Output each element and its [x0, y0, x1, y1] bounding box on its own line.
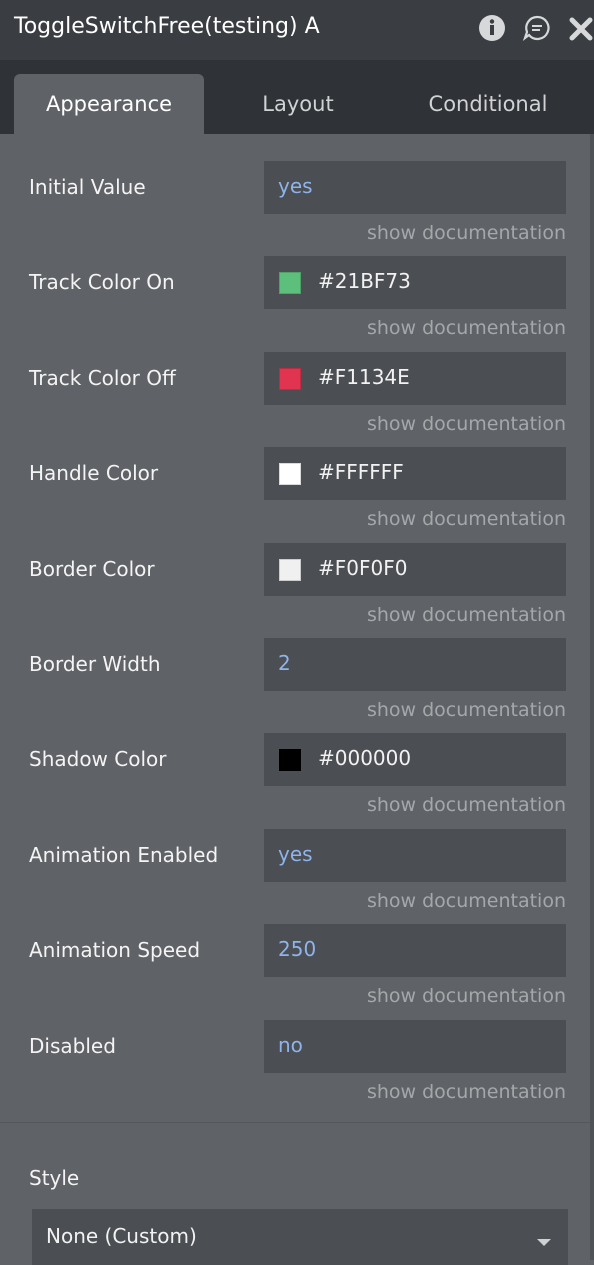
- property-disabled: Disabled no show documentation: [0, 1020, 594, 1110]
- color-hex-value: #FFFFFF: [318, 460, 404, 484]
- title-bar: ToggleSwitchFree(testing) A: [0, 0, 594, 60]
- property-track-color-on: Track Color On #21BF73 show documentatio…: [0, 256, 594, 346]
- show-documentation-link[interactable]: show documentation: [367, 508, 566, 530]
- field-value: yes: [278, 842, 313, 866]
- property-label: Disabled: [29, 1034, 116, 1058]
- field-value: 250: [278, 937, 317, 961]
- animation-speed-field[interactable]: 250: [264, 924, 566, 977]
- property-animation-enabled: Animation Enabled yes show documentation: [0, 829, 594, 919]
- property-animation-speed: Animation Speed 250 show documentation: [0, 924, 594, 1014]
- property-label: Animation Speed: [29, 938, 201, 962]
- track-color-on-field[interactable]: #21BF73: [264, 256, 566, 309]
- close-icon[interactable]: [566, 14, 594, 44]
- border-width-field[interactable]: 2: [264, 638, 566, 691]
- animation-enabled-field[interactable]: yes: [264, 829, 566, 882]
- tab-conditional[interactable]: Conditional: [392, 74, 584, 134]
- disabled-field[interactable]: no: [264, 1020, 566, 1073]
- property-label: Border Color: [29, 557, 155, 581]
- show-documentation-link[interactable]: show documentation: [367, 413, 566, 435]
- comment-icon[interactable]: [522, 14, 552, 44]
- shadow-color-field[interactable]: #000000: [264, 733, 566, 786]
- field-value: no: [278, 1033, 303, 1057]
- color-swatch[interactable]: [279, 463, 301, 485]
- property-label: Shadow Color: [29, 747, 167, 771]
- property-track-color-off: Track Color Off #F1134E show documentati…: [0, 352, 594, 442]
- show-documentation-link[interactable]: show documentation: [367, 985, 566, 1007]
- color-swatch[interactable]: [279, 749, 301, 771]
- property-label: Track Color Off: [29, 366, 176, 390]
- property-label: Handle Color: [29, 461, 159, 485]
- color-swatch[interactable]: [279, 272, 301, 294]
- color-swatch[interactable]: [279, 368, 301, 390]
- style-dropdown-value: None (Custom): [46, 1224, 197, 1248]
- property-border-width: Border Width 2 show documentation: [0, 638, 594, 728]
- initial-value-field[interactable]: yes: [264, 161, 566, 214]
- color-swatch[interactable]: [279, 559, 301, 581]
- color-hex-value: #F0F0F0: [318, 556, 408, 580]
- property-label: Initial Value: [29, 175, 146, 199]
- tab-bar: Appearance Layout Conditional: [0, 60, 594, 134]
- property-handle-color: Handle Color #FFFFFF show documentation: [0, 447, 594, 537]
- property-border-color: Border Color #F0F0F0 show documentation: [0, 543, 594, 633]
- show-documentation-link[interactable]: show documentation: [367, 699, 566, 721]
- border-color-field[interactable]: #F0F0F0: [264, 543, 566, 596]
- section-divider: [0, 1122, 590, 1123]
- style-label: Style: [29, 1166, 80, 1190]
- chevron-down-icon: [536, 1233, 552, 1252]
- show-documentation-link[interactable]: show documentation: [367, 317, 566, 339]
- field-value: yes: [278, 174, 313, 198]
- property-label: Animation Enabled: [29, 843, 219, 867]
- tab-appearance[interactable]: Appearance: [14, 74, 204, 134]
- show-documentation-link[interactable]: show documentation: [367, 222, 566, 244]
- property-label: Track Color On: [29, 270, 175, 294]
- color-hex-value: #000000: [318, 746, 412, 770]
- show-documentation-link[interactable]: show documentation: [367, 604, 566, 626]
- tab-layout[interactable]: Layout: [214, 74, 382, 134]
- field-value: 2: [278, 651, 291, 675]
- show-documentation-link[interactable]: show documentation: [367, 794, 566, 816]
- panel-title: ToggleSwitchFree(testing) A: [14, 14, 320, 39]
- property-shadow-color: Shadow Color #000000 show documentation: [0, 733, 594, 823]
- show-documentation-link[interactable]: show documentation: [367, 1081, 566, 1103]
- info-icon[interactable]: [477, 14, 507, 44]
- track-color-off-field[interactable]: #F1134E: [264, 352, 566, 405]
- handle-color-field[interactable]: #FFFFFF: [264, 447, 566, 500]
- color-hex-value: #F1134E: [318, 365, 410, 389]
- property-label: Border Width: [29, 652, 161, 676]
- show-documentation-link[interactable]: show documentation: [367, 890, 566, 912]
- property-initial-value: Initial Value yes show documentation: [0, 161, 594, 251]
- color-hex-value: #21BF73: [318, 269, 411, 293]
- style-dropdown[interactable]: None (Custom): [32, 1209, 568, 1265]
